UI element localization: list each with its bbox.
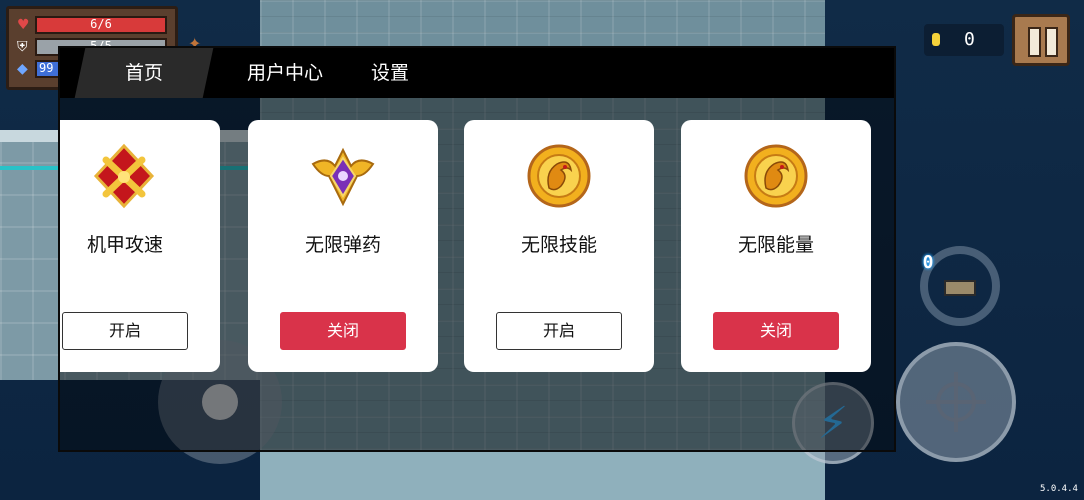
crosshair-icon [926,372,986,432]
floor-bottom [260,452,825,500]
pistol-icon [944,280,976,296]
feature-card-mech-attack-speed: 机甲攻速 开启 [60,120,220,372]
toggle-button[interactable]: 关闭 [280,312,406,350]
hp-bar: 6/6 [35,16,167,34]
coin-icon [932,33,940,46]
hp-row: ♥ 6/6 [17,16,167,34]
toggle-button[interactable]: 关闭 [713,312,839,350]
tab-home[interactable]: 首页 [74,48,214,98]
toggle-button[interactable]: 开启 [62,312,188,350]
feature-card-infinite-energy: 无限能量 关闭 [681,120,871,372]
card-title: 无限能量 [737,234,814,256]
pause-icon-bar [1045,27,1058,57]
version-label: 5.0.4.4 [1040,484,1078,494]
feature-card-infinite-skill: 无限技能 开启 [464,120,654,372]
shield-icon: ⛨ [17,39,28,55]
weapon-energy-cost: 0 [922,252,934,273]
attack-button[interactable] [896,342,1016,462]
gold-dragon-badge-icon [527,144,591,208]
tab-home-label: 首页 [124,62,163,84]
heart-icon: ♥ [17,17,30,33]
crossed-swords-badge-icon [93,143,155,209]
purple-winged-badge-icon [311,147,375,207]
pause-icon [1028,27,1041,57]
tab-settings[interactable]: 设置 [350,48,430,98]
tab-user-center-label: 用户中心 [246,62,323,84]
card-title: 无限弹药 [304,234,381,256]
feature-card-infinite-ammo: 无限弹药 关闭 [248,120,438,372]
coin-counter: 0 [924,24,1004,56]
toggle-button[interactable]: 开启 [496,312,622,350]
gold-dragon-badge-icon [744,144,808,208]
tab-user-center[interactable]: 用户中心 [210,48,360,98]
energy-crystal-icon: ◆ [17,61,28,77]
card-title: 无限技能 [520,234,597,256]
pause-button[interactable] [1012,14,1070,66]
card-title: 机甲攻速 [86,234,163,256]
cheat-menu-panel: 首页 用户中心 设置 机甲攻速 开启 无限弹药 关闭 无限技能 开启 无限能量 … [58,46,896,452]
tab-bar: 首页 用户中心 设置 [60,48,894,98]
coin-count: 0 [964,29,975,50]
tab-settings-label: 设置 [370,62,409,84]
